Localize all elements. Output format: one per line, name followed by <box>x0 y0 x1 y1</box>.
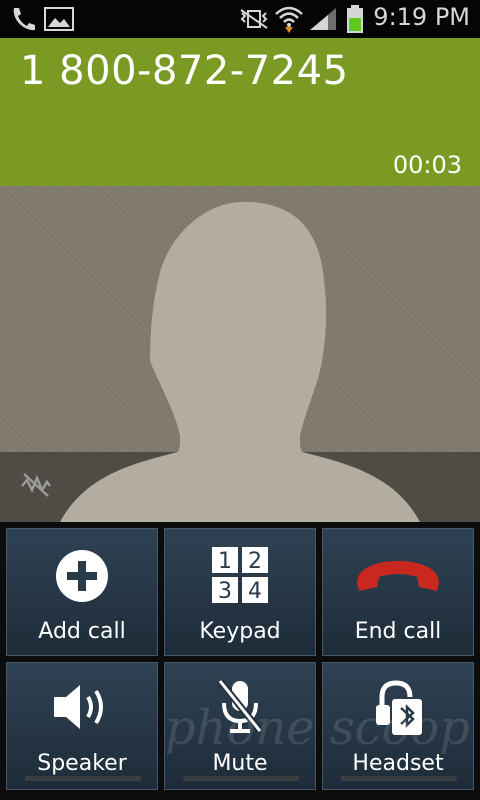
keypad-digit-2: 2 <box>248 549 262 574</box>
add-circle-icon <box>56 550 108 602</box>
contact-silhouette-icon <box>60 201 420 522</box>
headset-toggle-indicator <box>341 776 457 781</box>
keypad-digit-4: 4 <box>248 579 262 604</box>
headset-button[interactable]: Headset <box>322 662 474 790</box>
mute-toggle-indicator <box>183 776 299 781</box>
speaker-icon <box>54 685 103 729</box>
gallery-icon <box>44 7 74 31</box>
status-time: 9:19 PM <box>373 3 470 31</box>
end-call-button[interactable]: End call <box>322 528 474 656</box>
noise-reduction-off-icon[interactable] <box>20 472 52 498</box>
mute-button[interactable]: Mute <box>164 662 316 790</box>
phone-call-icon <box>13 8 35 31</box>
vibrate-mute-icon <box>240 9 268 29</box>
wifi-icon <box>275 6 303 33</box>
add-call-label: Add call <box>38 619 126 644</box>
headset-label: Headset <box>352 751 444 776</box>
call-button-grid: Add call 1 2 3 4 Keypad End call Speaker… <box>0 522 480 800</box>
keypad-button[interactable]: 1 2 3 4 Keypad <box>164 528 316 656</box>
microphone-muted-icon <box>217 678 263 734</box>
call-header: 1 800-872-7245 00:03 <box>0 38 480 186</box>
status-bar: 9:19 PM <box>0 0 480 38</box>
call-timer: 00:03 <box>392 151 462 179</box>
contact-photo <box>0 186 480 522</box>
speaker-button[interactable]: Speaker <box>6 662 158 790</box>
keypad-icon: 1 2 3 4 <box>212 547 268 604</box>
speaker-toggle-indicator <box>25 776 141 781</box>
speaker-label: Speaker <box>37 751 127 776</box>
add-call-button[interactable]: Add call <box>6 528 158 656</box>
bluetooth-headset-icon <box>376 680 422 735</box>
keypad-label: Keypad <box>199 619 281 644</box>
keypad-digit-1: 1 <box>218 549 232 574</box>
battery-icon <box>347 5 363 33</box>
mute-label: Mute <box>212 751 268 776</box>
signal-icon <box>310 8 336 30</box>
phone-number: 1 800-872-7245 <box>20 48 349 94</box>
keypad-digit-3: 3 <box>218 579 232 604</box>
end-call-label: End call <box>354 619 442 644</box>
end-call-icon <box>357 561 439 591</box>
